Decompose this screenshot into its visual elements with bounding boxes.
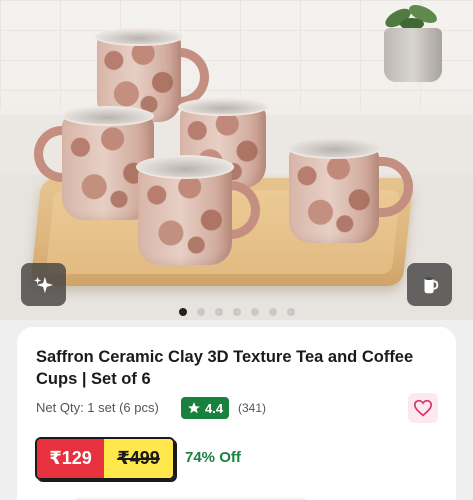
mug-image [287,137,417,247]
carousel-dot[interactable] [250,308,259,316]
product-image-carousel[interactable] [0,0,473,320]
carousel-pagination[interactable] [0,308,473,316]
mug-image [136,155,262,267]
carousel-dot[interactable] [268,308,277,316]
product-info-card: Saffron Ceramic Clay 3D Texture Tea and … [17,327,456,500]
rating-badge[interactable]: 4.4 [181,397,230,419]
selling-price: ₹129 [37,439,104,478]
carousel-dot[interactable] [214,308,223,316]
price-box: ₹129 ₹499 [35,437,175,480]
carousel-dot[interactable] [196,308,205,316]
plant-pot-image [384,28,442,82]
ai-sparkle-button[interactable] [21,263,66,306]
product-title: Saffron Ceramic Clay 3D Texture Tea and … [36,348,414,388]
carousel-dot[interactable] [178,308,187,316]
heart-icon [413,399,433,417]
net-quantity: Net Qty: 1 set (6 pcs) [36,400,159,415]
sparkle-icon [33,276,53,293]
rating-count[interactable]: (341) [238,401,266,415]
wishlist-button[interactable] [408,393,438,423]
carousel-dot[interactable] [286,308,295,316]
mrp-price: ₹499 [104,439,173,478]
view-in-3d-button[interactable] [407,263,452,306]
mug-3d-icon [424,276,438,293]
carousel-dot[interactable] [232,308,241,316]
rating-value: 4.4 [205,400,224,416]
star-icon [188,402,200,414]
discount-label: 74% Off [185,449,241,466]
